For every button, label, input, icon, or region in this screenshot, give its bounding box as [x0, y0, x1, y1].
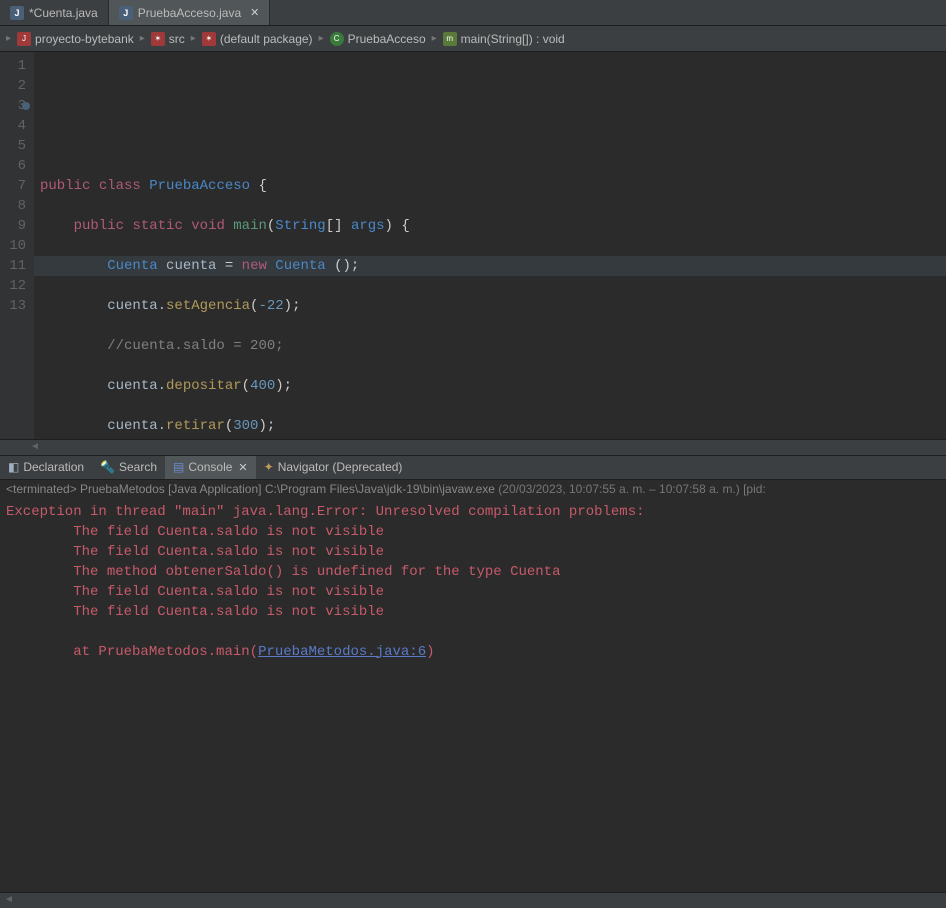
- chevron-right-icon: ▸: [138, 33, 147, 44]
- source-folder-icon: ✶: [151, 32, 165, 46]
- code-lines: public class PruebaAcceso { public stati…: [40, 116, 946, 439]
- console-line: Exception in thread "main" java.lang.Err…: [6, 504, 653, 520]
- console-line: The field Cuenta.saldo is not visible: [6, 544, 384, 560]
- line-number: 7: [4, 176, 26, 196]
- line-number: 13: [4, 296, 26, 316]
- console-status: <terminated> PruebaMetodos [Java Applica…: [6, 482, 495, 496]
- search-icon: 🔦: [100, 460, 115, 474]
- crumb-label: PruebaAcceso: [348, 32, 426, 46]
- package-icon: ✶: [202, 32, 216, 46]
- chevron-right-icon: ▸: [4, 33, 13, 44]
- editor-horizontal-scrollbar[interactable]: [0, 439, 946, 455]
- tab-label: Declaration: [23, 460, 84, 474]
- crumb-src[interactable]: ✶ src: [147, 32, 189, 46]
- line-number: 3: [4, 96, 26, 116]
- tab-pruebaacceso-java[interactable]: J PruebaAcceso.java ✕: [109, 0, 271, 25]
- console-line-suffix: ): [426, 644, 434, 660]
- declaration-icon: ◧: [8, 460, 19, 474]
- line-number: 9: [4, 216, 26, 236]
- line-gutter: 1 2 3 4 5 6 7 8 9 10 11 12 13: [0, 52, 34, 439]
- java-file-icon: J: [119, 6, 133, 20]
- close-icon[interactable]: ✕: [238, 461, 247, 474]
- class-icon: C: [330, 32, 344, 46]
- tab-label: PruebaAcceso.java: [138, 6, 241, 20]
- line-number: 6: [4, 156, 26, 176]
- tab-declaration[interactable]: ◧ Declaration: [0, 456, 92, 479]
- tab-navigator[interactable]: ✦ Navigator (Deprecated): [256, 456, 411, 479]
- editor-tabbar: J *Cuenta.java J PruebaAcceso.java ✕: [0, 0, 946, 26]
- line-number: 8: [4, 196, 26, 216]
- line-number: 1: [4, 56, 26, 76]
- chevron-right-icon: ▸: [317, 33, 326, 44]
- bottom-view-tabs: ◧ Declaration 🔦 Search ▤ Console ✕ ✦ Nav…: [0, 455, 946, 480]
- crumb-class[interactable]: C PruebaAcceso: [326, 32, 430, 46]
- java-file-icon: J: [10, 6, 24, 20]
- line-number: 11: [4, 256, 26, 276]
- crumb-label: (default package): [220, 32, 313, 46]
- code-editor[interactable]: 1 2 3 4 5 6 7 8 9 10 11 12 13 public cla…: [0, 52, 946, 439]
- navigator-icon: ✦: [264, 460, 274, 474]
- console-status-line: <terminated> PruebaMetodos [Java Applica…: [0, 480, 946, 498]
- crumb-package[interactable]: ✶ (default package): [198, 32, 317, 46]
- console-icon: ▤: [173, 460, 184, 474]
- method-icon: m: [443, 32, 457, 46]
- chevron-right-icon: ▸: [430, 33, 439, 44]
- breadcrumb: ▸ J proyecto-bytebank ▸ ✶ src ▸ ✶ (defau…: [0, 26, 946, 52]
- console-line: The method obtenerSaldo() is undefined f…: [6, 564, 561, 580]
- tab-label: Console: [188, 460, 232, 474]
- tab-cuenta-java[interactable]: J *Cuenta.java: [0, 0, 109, 25]
- crumb-label: proyecto-bytebank: [35, 32, 134, 46]
- close-icon[interactable]: ✕: [250, 6, 259, 19]
- code-content[interactable]: public class PruebaAcceso { public stati…: [34, 52, 946, 439]
- project-icon: J: [17, 32, 31, 46]
- line-number: 2: [4, 76, 26, 96]
- line-number: 12: [4, 276, 26, 296]
- tab-label: Navigator (Deprecated): [278, 460, 403, 474]
- line-number: 4: [4, 116, 26, 136]
- tab-label: *Cuenta.java: [29, 6, 98, 20]
- console-output[interactable]: Exception in thread "main" java.lang.Err…: [0, 498, 946, 893]
- crumb-label: src: [169, 32, 185, 46]
- console-line-prefix: at PruebaMetodos.main(: [6, 644, 258, 660]
- crumb-project[interactable]: J proyecto-bytebank: [13, 32, 138, 46]
- line-number: 5: [4, 136, 26, 156]
- stacktrace-link[interactable]: PruebaMetodos.java:6: [258, 644, 426, 660]
- crumb-method[interactable]: m main(String[]) : void: [439, 32, 569, 46]
- console-horizontal-scrollbar[interactable]: [0, 892, 946, 908]
- console-line: The field Cuenta.saldo is not visible: [6, 604, 384, 620]
- tab-console[interactable]: ▤ Console ✕: [165, 456, 256, 479]
- chevron-right-icon: ▸: [189, 33, 198, 44]
- line-number: 10: [4, 236, 26, 256]
- console-time: (20/03/2023, 10:07:55 a. m. – 10:07:58 a…: [495, 482, 766, 496]
- console-line: The field Cuenta.saldo is not visible: [6, 524, 384, 540]
- console-line: The field Cuenta.saldo is not visible: [6, 584, 384, 600]
- tab-label: Search: [119, 460, 157, 474]
- crumb-label: main(String[]) : void: [461, 32, 565, 46]
- tab-search[interactable]: 🔦 Search: [92, 456, 165, 479]
